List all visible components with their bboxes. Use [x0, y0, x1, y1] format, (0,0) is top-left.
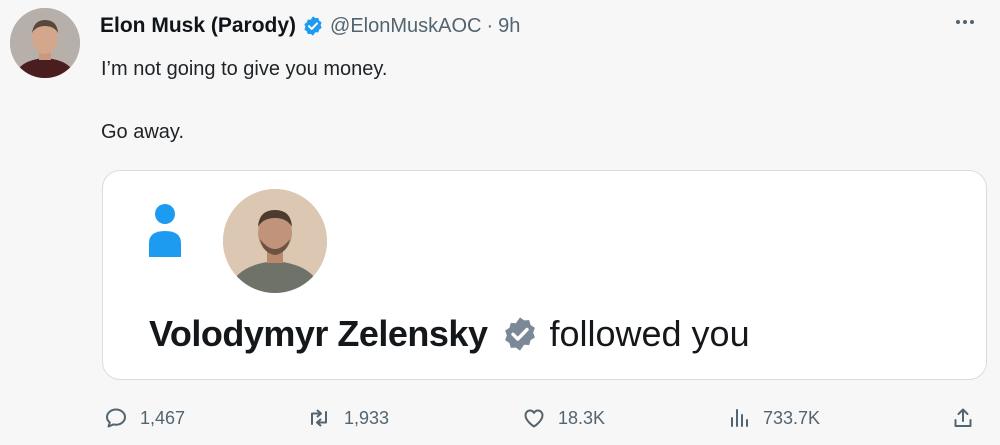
verified-badge-icon — [302, 15, 324, 37]
follow-notification-text: Volodymyr Zelensky followed you — [149, 311, 750, 357]
reply-icon — [106, 408, 126, 428]
separator-dot: · — [486, 14, 494, 37]
views-count: 733.7K — [763, 407, 821, 428]
like-icon — [524, 409, 544, 428]
more-icon[interactable] — [948, 8, 982, 36]
author-name[interactable]: Elon Musk (Parody) — [100, 14, 296, 38]
follower-avatar — [223, 189, 327, 293]
share-button[interactable] — [951, 398, 975, 438]
reply-count: 1,467 — [140, 407, 186, 428]
author-avatar-image — [10, 8, 80, 78]
tweet-text-line-1: I’m not going to give you money. — [101, 58, 388, 80]
retweet-count: 1,933 — [344, 407, 390, 428]
follower-avatar-image — [223, 189, 327, 293]
tweet-actions: 1,467 1,933 18.3K 733.7K — [0, 398, 1000, 438]
person-icon — [147, 203, 183, 259]
follower-name: Volodymyr Zelensky — [149, 313, 488, 354]
like-button[interactable]: 18.3K — [522, 398, 605, 438]
tweet-timestamp[interactable]: 9h — [498, 15, 520, 38]
tweet-header: Elon Musk (Parody) @ElonMuskAOC · 9h — [100, 10, 520, 42]
author-handle[interactable]: @ElonMuskAOC — [330, 15, 481, 38]
tweet-text-line-2: Go away. — [101, 121, 184, 143]
tweet: Elon Musk (Parody) @ElonMuskAOC · 9h I’m… — [0, 0, 1000, 445]
notification-card-image[interactable]: Volodymyr Zelensky followed you — [102, 170, 987, 380]
retweet-button[interactable]: 1,933 — [306, 398, 389, 438]
retweet-icon — [311, 409, 327, 427]
views-icon — [731, 409, 748, 427]
author-avatar[interactable] — [10, 8, 80, 78]
followed-you-text: followed you — [549, 313, 750, 354]
like-count: 18.3K — [558, 407, 606, 428]
share-icon — [954, 408, 972, 427]
reply-button[interactable]: 1,467 — [104, 398, 185, 438]
gray-verified-badge-icon — [501, 315, 539, 353]
views-button[interactable]: 733.7K — [727, 398, 820, 438]
